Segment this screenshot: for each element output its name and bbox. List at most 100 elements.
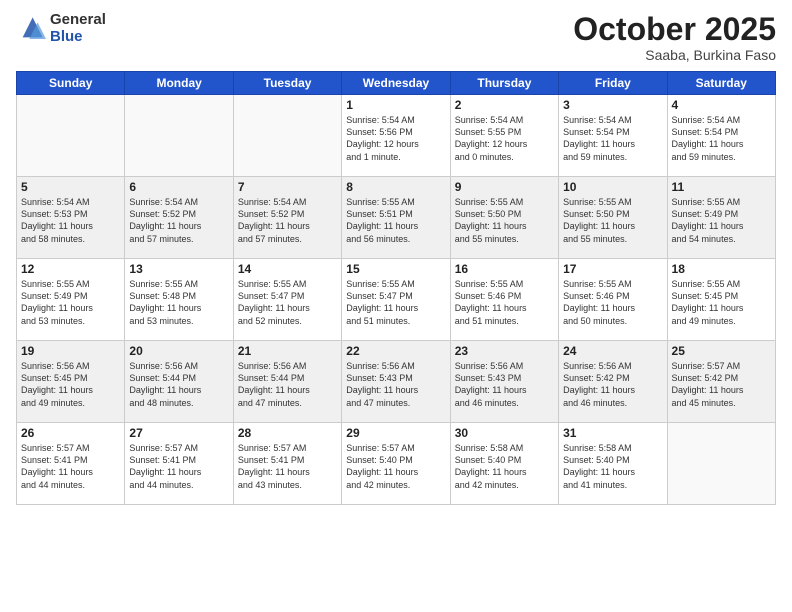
logo-blue: Blue — [50, 29, 106, 46]
cell-info: Sunrise: 5:54 AM Sunset: 5:52 PM Dayligh… — [238, 196, 337, 245]
day-cell-12: 12 Sunrise: 5:55 AM Sunset: 5:49 PM Dayli… — [17, 259, 125, 341]
day-number: 8 — [346, 180, 445, 194]
week-row-5: 26 Sunrise: 5:57 AM Sunset: 5:41 PM Dayli… — [17, 423, 776, 505]
day-cell-31: 31 Sunrise: 5:58 AM Sunset: 5:40 PM Dayli… — [559, 423, 667, 505]
day-header-monday: Monday — [125, 72, 233, 95]
day-number: 16 — [455, 262, 554, 276]
cell-info: Sunrise: 5:56 AM Sunset: 5:45 PM Dayligh… — [21, 360, 120, 409]
cell-info: Sunrise: 5:55 AM Sunset: 5:50 PM Dayligh… — [455, 196, 554, 245]
day-number: 12 — [21, 262, 120, 276]
empty-cell — [17, 95, 125, 177]
day-number: 21 — [238, 344, 337, 358]
day-number: 3 — [563, 98, 662, 112]
day-header-wednesday: Wednesday — [342, 72, 450, 95]
day-cell-8: 8 Sunrise: 5:55 AM Sunset: 5:51 PM Daylig… — [342, 177, 450, 259]
day-cell-14: 14Sunrise: 5:55 AM Sunset: 5:47 PM Dayli… — [233, 259, 341, 341]
day-cell-9: 9 Sunrise: 5:55 AM Sunset: 5:50 PM Daylig… — [450, 177, 558, 259]
day-cell-1: 1 Sunrise: 5:54 AM Sunset: 5:56 PM Daylig… — [342, 95, 450, 177]
day-cell-2: 2 Sunrise: 5:54 AM Sunset: 5:55 PM Daylig… — [450, 95, 558, 177]
day-number: 15 — [346, 262, 445, 276]
day-number: 17 — [563, 262, 662, 276]
cell-info: Sunrise: 5:57 AM Sunset: 5:42 PM Dayligh… — [672, 360, 771, 409]
day-cell-4: 4Sunrise: 5:54 AM Sunset: 5:54 PM Daylig… — [667, 95, 775, 177]
day-cell-11: 11 Sunrise: 5:55 AM Sunset: 5:49 PM Dayli… — [667, 177, 775, 259]
cell-info: Sunrise: 5:54 AM Sunset: 5:55 PM Dayligh… — [455, 114, 554, 163]
day-number: 1 — [346, 98, 445, 112]
day-number: 13 — [129, 262, 228, 276]
logo-text: General Blue — [50, 12, 106, 45]
day-header-row: SundayMondayTuesdayWednesdayThursdayFrid… — [17, 72, 776, 95]
week-row-3: 12 Sunrise: 5:55 AM Sunset: 5:49 PM Dayli… — [17, 259, 776, 341]
cell-info: Sunrise: 5:55 AM Sunset: 5:46 PM Dayligh… — [563, 278, 662, 327]
day-cell-29: 29 Sunrise: 5:57 AM Sunset: 5:40 PM Dayli… — [342, 423, 450, 505]
cell-info: Sunrise: 5:56 AM Sunset: 5:44 PM Dayligh… — [129, 360, 228, 409]
day-number: 6 — [129, 180, 228, 194]
day-cell-22: 22 Sunrise: 5:56 AM Sunset: 5:43 PM Dayli… — [342, 341, 450, 423]
logo: General Blue — [16, 12, 106, 45]
day-cell-3: 3 Sunrise: 5:54 AM Sunset: 5:54 PM Daylig… — [559, 95, 667, 177]
title-block: October 2025 Saaba, Burkina Faso — [573, 12, 776, 63]
day-cell-10: 10Sunrise: 5:55 AM Sunset: 5:50 PM Dayli… — [559, 177, 667, 259]
cell-info: Sunrise: 5:55 AM Sunset: 5:50 PM Dayligh… — [563, 196, 662, 245]
day-cell-23: 23 Sunrise: 5:56 AM Sunset: 5:43 PM Dayli… — [450, 341, 558, 423]
cell-info: Sunrise: 5:54 AM Sunset: 5:52 PM Dayligh… — [129, 196, 228, 245]
logo-icon — [16, 14, 46, 44]
location-subtitle: Saaba, Burkina Faso — [573, 47, 776, 63]
day-number: 22 — [346, 344, 445, 358]
empty-cell — [125, 95, 233, 177]
cell-info: Sunrise: 5:55 AM Sunset: 5:47 PM Dayligh… — [346, 278, 445, 327]
day-number: 25 — [672, 344, 771, 358]
day-number: 9 — [455, 180, 554, 194]
cell-info: Sunrise: 5:55 AM Sunset: 5:45 PM Dayligh… — [672, 278, 771, 327]
day-number: 28 — [238, 426, 337, 440]
cell-info: Sunrise: 5:57 AM Sunset: 5:41 PM Dayligh… — [21, 442, 120, 491]
day-number: 2 — [455, 98, 554, 112]
day-number: 18 — [672, 262, 771, 276]
cell-info: Sunrise: 5:54 AM Sunset: 5:53 PM Dayligh… — [21, 196, 120, 245]
calendar-page: General Blue October 2025 Saaba, Burkina… — [0, 0, 792, 612]
day-cell-28: 28 Sunrise: 5:57 AM Sunset: 5:41 PM Dayli… — [233, 423, 341, 505]
day-number: 5 — [21, 180, 120, 194]
cell-info: Sunrise: 5:58 AM Sunset: 5:40 PM Dayligh… — [563, 442, 662, 491]
day-number: 23 — [455, 344, 554, 358]
cell-info: Sunrise: 5:55 AM Sunset: 5:46 PM Dayligh… — [455, 278, 554, 327]
day-header-saturday: Saturday — [667, 72, 775, 95]
day-cell-19: 19Sunrise: 5:56 AM Sunset: 5:45 PM Dayli… — [17, 341, 125, 423]
cell-info: Sunrise: 5:57 AM Sunset: 5:41 PM Dayligh… — [238, 442, 337, 491]
day-number: 27 — [129, 426, 228, 440]
cell-info: Sunrise: 5:55 AM Sunset: 5:49 PM Dayligh… — [672, 196, 771, 245]
cell-info: Sunrise: 5:56 AM Sunset: 5:43 PM Dayligh… — [346, 360, 445, 409]
cell-info: Sunrise: 5:57 AM Sunset: 5:40 PM Dayligh… — [346, 442, 445, 491]
day-header-thursday: Thursday — [450, 72, 558, 95]
day-number: 24 — [563, 344, 662, 358]
cell-info: Sunrise: 5:55 AM Sunset: 5:47 PM Dayligh… — [238, 278, 337, 327]
day-cell-5: 5 Sunrise: 5:54 AM Sunset: 5:53 PM Daylig… — [17, 177, 125, 259]
cell-info: Sunrise: 5:57 AM Sunset: 5:41 PM Dayligh… — [129, 442, 228, 491]
day-cell-26: 26 Sunrise: 5:57 AM Sunset: 5:41 PM Dayli… — [17, 423, 125, 505]
day-number: 26 — [21, 426, 120, 440]
day-cell-25: 25 Sunrise: 5:57 AM Sunset: 5:42 PM Dayli… — [667, 341, 775, 423]
day-header-friday: Friday — [559, 72, 667, 95]
logo-general: General — [50, 12, 106, 29]
cell-info: Sunrise: 5:54 AM Sunset: 5:54 PM Dayligh… — [672, 114, 771, 163]
cell-info: Sunrise: 5:56 AM Sunset: 5:44 PM Dayligh… — [238, 360, 337, 409]
day-number: 20 — [129, 344, 228, 358]
cell-info: Sunrise: 5:55 AM Sunset: 5:49 PM Dayligh… — [21, 278, 120, 327]
cell-info: Sunrise: 5:54 AM Sunset: 5:54 PM Dayligh… — [563, 114, 662, 163]
day-number: 31 — [563, 426, 662, 440]
day-number: 29 — [346, 426, 445, 440]
empty-cell — [667, 423, 775, 505]
cell-info: Sunrise: 5:54 AM Sunset: 5:56 PM Dayligh… — [346, 114, 445, 163]
day-cell-17: 17 Sunrise: 5:55 AM Sunset: 5:46 PM Dayli… — [559, 259, 667, 341]
day-cell-18: 18 Sunrise: 5:55 AM Sunset: 5:45 PM Dayli… — [667, 259, 775, 341]
day-cell-27: 27 Sunrise: 5:57 AM Sunset: 5:41 PM Dayli… — [125, 423, 233, 505]
cell-info: Sunrise: 5:56 AM Sunset: 5:43 PM Dayligh… — [455, 360, 554, 409]
day-cell-16: 16 Sunrise: 5:55 AM Sunset: 5:46 PM Dayli… — [450, 259, 558, 341]
day-header-sunday: Sunday — [17, 72, 125, 95]
cell-info: Sunrise: 5:56 AM Sunset: 5:42 PM Dayligh… — [563, 360, 662, 409]
day-cell-24: 24 Sunrise: 5:56 AM Sunset: 5:42 PM Dayli… — [559, 341, 667, 423]
cell-info: Sunrise: 5:55 AM Sunset: 5:51 PM Dayligh… — [346, 196, 445, 245]
calendar-table: SundayMondayTuesdayWednesdayThursdayFrid… — [16, 71, 776, 505]
day-cell-15: 15 Sunrise: 5:55 AM Sunset: 5:47 PM Dayli… — [342, 259, 450, 341]
day-number: 11 — [672, 180, 771, 194]
